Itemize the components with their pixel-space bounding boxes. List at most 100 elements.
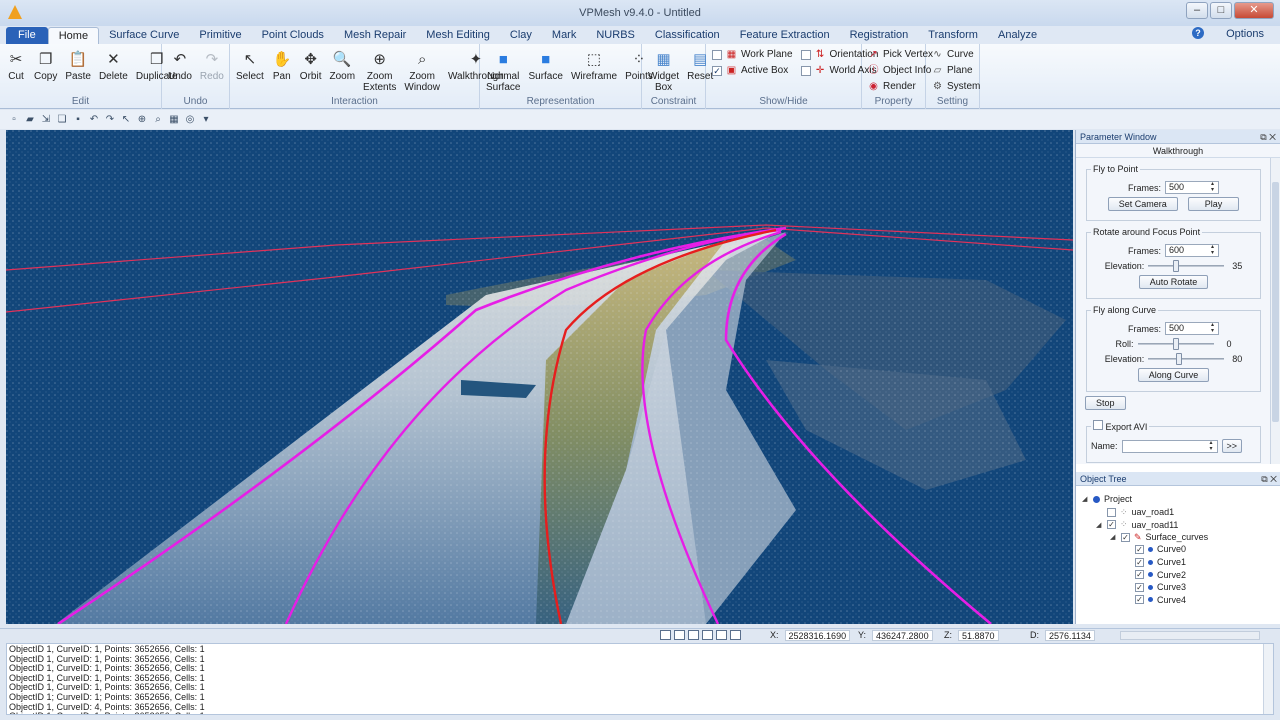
toggle-work-plane[interactable]: ▦ Work Plane <box>712 48 793 61</box>
status-scrollbar[interactable] <box>1120 631 1260 640</box>
import-icon[interactable]: ⇲ <box>40 114 52 125</box>
tree-checkbox[interactable]: ✓ <box>1107 520 1116 530</box>
view-back-icon[interactable] <box>674 630 685 640</box>
z-label: Z: <box>944 630 952 640</box>
tab-analyze[interactable]: Analyze <box>988 27 1047 44</box>
tab-home[interactable]: Home <box>47 27 100 44</box>
tab-surface-curve[interactable]: Surface Curve <box>99 27 189 44</box>
avi-name-input[interactable] <box>1121 439 1218 453</box>
save-icon[interactable]: ▪ <box>72 114 84 125</box>
tree-item-project[interactable]: ◢ Project <box>1082 494 1132 504</box>
pick-vertex-button[interactable]: ↗ Pick Vertex <box>868 48 933 61</box>
tab-clay[interactable]: Clay <box>500 27 542 44</box>
along-curve-button[interactable]: Along Curve <box>1137 368 1210 382</box>
tree-item-curve3[interactable]: ✓ Curve3 <box>1124 582 1186 592</box>
tree-item-uav-road1[interactable]: ⁘ uav_road1 <box>1096 507 1174 518</box>
toggle-active-box[interactable]: ✓ ▣ Active Box <box>712 64 793 77</box>
minimize-button[interactable]: – <box>1186 2 1208 19</box>
view-front-icon[interactable] <box>660 630 671 640</box>
tab-mark[interactable]: Mark <box>542 27 586 44</box>
tree-checkbox[interactable]: ✓ <box>1135 557 1144 567</box>
tab-transform[interactable]: Transform <box>918 27 988 44</box>
output-scrollbar[interactable] <box>1263 644 1273 714</box>
slider-knob[interactable] <box>1176 353 1183 365</box>
tab-mesh-editing[interactable]: Mesh Editing <box>416 27 500 44</box>
set-camera-button[interactable]: Set Camera <box>1107 197 1178 211</box>
options-menu[interactable]: Options <box>1226 28 1264 40</box>
pin-close-icons[interactable]: ⧉ ✕ <box>1260 130 1276 144</box>
zoom-extents-icon[interactable]: ⊕ <box>136 114 148 125</box>
checkbox[interactable] <box>800 49 811 60</box>
tree-checkbox[interactable]: ✓ <box>1135 570 1144 580</box>
tab-registration[interactable]: Registration <box>840 27 919 44</box>
slider-knob[interactable] <box>1172 338 1179 350</box>
tab-primitive[interactable]: Primitive <box>189 27 251 44</box>
tab-point-clouds[interactable]: Point Clouds <box>252 27 334 44</box>
app-logo-icon[interactable] <box>8 5 22 19</box>
view-left-icon[interactable] <box>688 630 699 640</box>
scrollbar-thumb[interactable] <box>1272 182 1279 422</box>
tree-checkbox[interactable]: ✓ <box>1135 582 1144 592</box>
expand-toggle-icon[interactable]: ◢ <box>1082 495 1089 503</box>
export-avi-checkbox[interactable] <box>1093 420 1103 430</box>
tree-checkbox[interactable]: ✓ <box>1135 544 1144 554</box>
view-bottom-icon[interactable] <box>730 630 741 640</box>
tree-checkbox[interactable]: ✓ <box>1121 532 1130 542</box>
tab-file[interactable]: File <box>6 27 48 44</box>
pan-icon: ✋ <box>272 50 292 68</box>
tab-classification[interactable]: Classification <box>645 27 730 44</box>
3d-viewport[interactable] <box>6 130 1073 624</box>
tree-item-curve4[interactable]: ✓ Curve4 <box>1124 595 1186 605</box>
expand-toggle-icon[interactable]: ◢ <box>1110 533 1117 541</box>
maximize-button[interactable]: □ <box>1210 2 1232 19</box>
roll-slider[interactable] <box>1137 338 1214 350</box>
layers-icon[interactable]: ❏ <box>56 114 68 125</box>
tree-checkbox[interactable] <box>1107 507 1116 517</box>
parameter-scrollbar[interactable] <box>1270 158 1280 464</box>
close-button[interactable]: ✕ <box>1234 2 1274 19</box>
new-file-icon[interactable]: ▫ <box>8 114 20 125</box>
tab-feature-extraction[interactable]: Feature Extraction <box>730 27 840 44</box>
tree-item-curve2[interactable]: ✓ Curve2 <box>1124 570 1186 580</box>
open-file-icon[interactable]: ▰ <box>24 114 36 125</box>
object-info-button[interactable]: ⓘ Object Info <box>868 64 933 77</box>
tab-mesh-repair[interactable]: Mesh Repair <box>334 27 416 44</box>
slider-knob[interactable] <box>1172 260 1179 272</box>
system-button[interactable]: ⚙ System <box>932 80 980 93</box>
rotate-frames-spinner[interactable]: 600 <box>1165 244 1219 257</box>
tree-item-curve1[interactable]: ✓ Curve1 <box>1124 557 1186 567</box>
tree-item-uav-road11[interactable]: ◢ ✓ ⁘ uav_road11 <box>1096 519 1178 530</box>
expand-toggle-icon[interactable]: ◢ <box>1096 521 1103 529</box>
item-label: System <box>947 81 981 92</box>
tab-nurbs[interactable]: NURBS <box>586 27 645 44</box>
tree-item-curve0[interactable]: ✓ Curve0 <box>1124 544 1186 554</box>
checkbox[interactable] <box>712 49 722 60</box>
dropdown-arrow-icon[interactable]: ▾ <box>200 114 212 125</box>
play-button[interactable]: Play <box>1187 197 1240 211</box>
browse-button[interactable]: >> <box>1221 439 1243 453</box>
select-icon[interactable]: ↖ <box>120 114 132 125</box>
fly-frames-spinner[interactable]: 500 <box>1165 181 1219 194</box>
tree-checkbox[interactable]: ✓ <box>1135 595 1144 605</box>
help-icon[interactable]: ? <box>1192 27 1204 39</box>
tree-item-surface-curves[interactable]: ◢ ✓ ✎ Surface_curves <box>1110 532 1208 543</box>
curve-button[interactable]: ∿ Curve <box>932 48 980 61</box>
zoom-icon[interactable]: ⌕ <box>152 114 164 125</box>
view-right-icon[interactable] <box>702 630 713 640</box>
along-frames-spinner[interactable]: 500 <box>1165 322 1219 335</box>
pin-close-icons[interactable]: ⧉ ✕ <box>1261 472 1277 486</box>
view-top-icon[interactable] <box>716 630 727 640</box>
along-elevation-slider[interactable] <box>1148 353 1225 365</box>
render-button[interactable]: ◉ Render <box>868 80 933 93</box>
stop-button[interactable]: Stop <box>1085 396 1126 410</box>
grid-icon[interactable]: ▦ <box>168 114 180 125</box>
auto-rotate-button[interactable]: Auto Rotate <box>1138 275 1209 289</box>
checkbox[interactable] <box>800 65 811 76</box>
rotate-elevation-slider[interactable] <box>1148 260 1225 272</box>
undo-icon[interactable]: ↶ <box>88 114 100 125</box>
fly-along-curve-group: Fly along Curve Frames: 500 Roll: 0 Elevat… <box>1086 305 1261 392</box>
camera-icon[interactable]: ◎ <box>184 114 196 125</box>
redo-icon[interactable]: ↷ <box>104 114 116 125</box>
plane-button[interactable]: ▱ Plane <box>932 64 980 77</box>
checkbox[interactable]: ✓ <box>712 65 722 76</box>
